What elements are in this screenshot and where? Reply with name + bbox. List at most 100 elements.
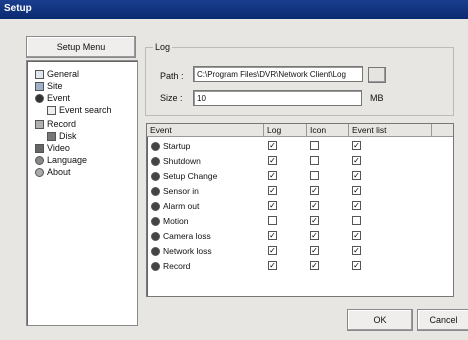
setup-window: Setup Setup Menu General Site Event Even… — [0, 0, 468, 340]
menu-item-label: General — [47, 69, 80, 79]
event-cell: Alarm out — [151, 200, 199, 212]
event-list-checkbox[interactable]: ✓ — [352, 156, 361, 165]
event-name: Motion — [163, 216, 189, 226]
event-name: Shutdown — [163, 156, 201, 166]
size-field[interactable]: 10 — [193, 90, 362, 106]
icon-checkbox[interactable] — [310, 171, 319, 180]
icon-checkbox[interactable] — [310, 141, 319, 150]
log-checkbox[interactable]: ✓ — [268, 246, 277, 255]
log-group-label: Log — [153, 42, 173, 52]
event-name: Camera loss — [163, 231, 211, 241]
menu-item-label: Video — [47, 143, 70, 153]
table-header: Event Log Icon Event list — [147, 124, 453, 137]
menu-item-label: Event — [47, 93, 71, 103]
event-list-checkbox[interactable]: ✓ — [352, 171, 361, 180]
column-header-event[interactable]: Event — [147, 124, 264, 136]
event-name: Alarm out — [163, 201, 200, 211]
general-icon — [35, 69, 44, 79]
event-table: Event Log Icon Event list Startup ✓ ✓ Shutd… — [146, 123, 454, 297]
icon-checkbox[interactable]: ✓ — [310, 231, 319, 240]
icon-checkbox[interactable] — [310, 156, 319, 165]
event-list-checkbox[interactable]: ✓ — [352, 261, 361, 270]
size-label: Size : — [160, 93, 183, 103]
menu-item-event-search[interactable]: Event search — [47, 105, 112, 115]
ok-button[interactable]: OK — [347, 309, 413, 331]
event-cell: Sensor in — [151, 185, 199, 197]
path-label: Path : — [160, 71, 184, 81]
event-list-checkbox[interactable]: ✓ — [352, 246, 361, 255]
record-icon — [35, 119, 44, 129]
menu-item-record[interactable]: Record — [35, 119, 76, 129]
table-row[interactable]: Shutdown ✓ ✓ — [147, 155, 453, 167]
table-row[interactable]: Sensor in ✓ ✓ ✓ — [147, 185, 453, 197]
event-cell: Motion — [151, 215, 189, 227]
event-icon — [35, 93, 44, 103]
log-checkbox[interactable]: ✓ — [268, 141, 277, 150]
about-icon — [35, 167, 44, 177]
disk-icon — [47, 131, 56, 141]
event-name: Network loss — [163, 246, 212, 256]
motion-icon — [151, 216, 160, 226]
size-unit: MB — [370, 93, 384, 103]
log-checkbox[interactable]: ✓ — [268, 171, 277, 180]
sensor-in-icon — [151, 186, 160, 196]
menu-item-disk[interactable]: Disk — [47, 131, 77, 141]
icon-checkbox[interactable]: ✓ — [310, 216, 319, 225]
path-field[interactable]: C:\Program Files\DVR\Network Client\Log — [193, 66, 363, 82]
cancel-button[interactable]: Cancel — [417, 309, 468, 331]
log-checkbox[interactable]: ✓ — [268, 201, 277, 210]
site-icon — [35, 81, 44, 91]
menu-item-label: Event search — [59, 105, 112, 115]
menu-item-label: Record — [47, 119, 77, 129]
video-icon — [35, 143, 44, 153]
table-row[interactable]: Alarm out ✓ ✓ ✓ — [147, 200, 453, 212]
event-search-icon — [47, 105, 56, 115]
column-header-icon[interactable]: Icon — [307, 124, 349, 136]
event-name: Record — [163, 261, 191, 271]
event-cell: Startup — [151, 140, 190, 152]
menu-item-label: Language — [47, 155, 88, 165]
table-row[interactable]: Network loss ✓ ✓ ✓ — [147, 245, 453, 257]
log-checkbox[interactable] — [268, 216, 277, 225]
log-checkbox[interactable]: ✓ — [268, 156, 277, 165]
setup-change-icon — [151, 171, 160, 181]
menu-item-event[interactable]: Event — [35, 93, 70, 103]
column-header-event-list[interactable]: Event list — [349, 124, 432, 136]
menu-item-language[interactable]: Language — [35, 155, 87, 165]
table-row[interactable]: Camera loss ✓ ✓ ✓ — [147, 230, 453, 242]
menu-item-general[interactable]: General — [35, 69, 79, 79]
event-name: Startup — [163, 141, 191, 151]
icon-checkbox[interactable]: ✓ — [310, 201, 319, 210]
setup-menu-button[interactable]: Setup Menu — [26, 36, 136, 58]
table-row[interactable]: Startup ✓ ✓ — [147, 140, 453, 152]
event-name: Setup Change — [163, 171, 218, 181]
event-cell: Camera loss — [151, 230, 211, 242]
event-list-checkbox[interactable]: ✓ — [352, 231, 361, 240]
event-list-checkbox[interactable]: ✓ — [352, 141, 361, 150]
event-list-checkbox[interactable]: ✓ — [352, 201, 361, 210]
menu-item-about[interactable]: About — [35, 167, 71, 177]
setup-menu-tree: General Site Event Event search Record D… — [26, 60, 138, 326]
event-cell: Record — [151, 260, 190, 272]
table-row[interactable]: Motion ✓ — [147, 215, 453, 227]
icon-checkbox[interactable]: ✓ — [310, 246, 319, 255]
icon-checkbox[interactable]: ✓ — [310, 261, 319, 270]
title-bar: Setup — [0, 0, 468, 19]
menu-item-label: Disk — [59, 131, 77, 141]
table-row[interactable]: Record ✓ ✓ ✓ — [147, 260, 453, 272]
menu-item-label: Site — [47, 81, 63, 91]
log-checkbox[interactable]: ✓ — [268, 261, 277, 270]
startup-icon — [151, 141, 160, 151]
menu-item-video[interactable]: Video — [35, 143, 70, 153]
log-checkbox[interactable]: ✓ — [268, 186, 277, 195]
browse-button[interactable] — [368, 67, 386, 83]
table-row[interactable]: Setup Change ✓ ✓ — [147, 170, 453, 182]
log-checkbox[interactable]: ✓ — [268, 231, 277, 240]
event-list-checkbox[interactable] — [352, 216, 361, 225]
menu-item-site[interactable]: Site — [35, 81, 63, 91]
event-cell: Network loss — [151, 245, 212, 257]
icon-checkbox[interactable]: ✓ — [310, 186, 319, 195]
event-list-checkbox[interactable]: ✓ — [352, 186, 361, 195]
column-header-log[interactable]: Log — [264, 124, 307, 136]
camera-loss-icon — [151, 231, 160, 241]
